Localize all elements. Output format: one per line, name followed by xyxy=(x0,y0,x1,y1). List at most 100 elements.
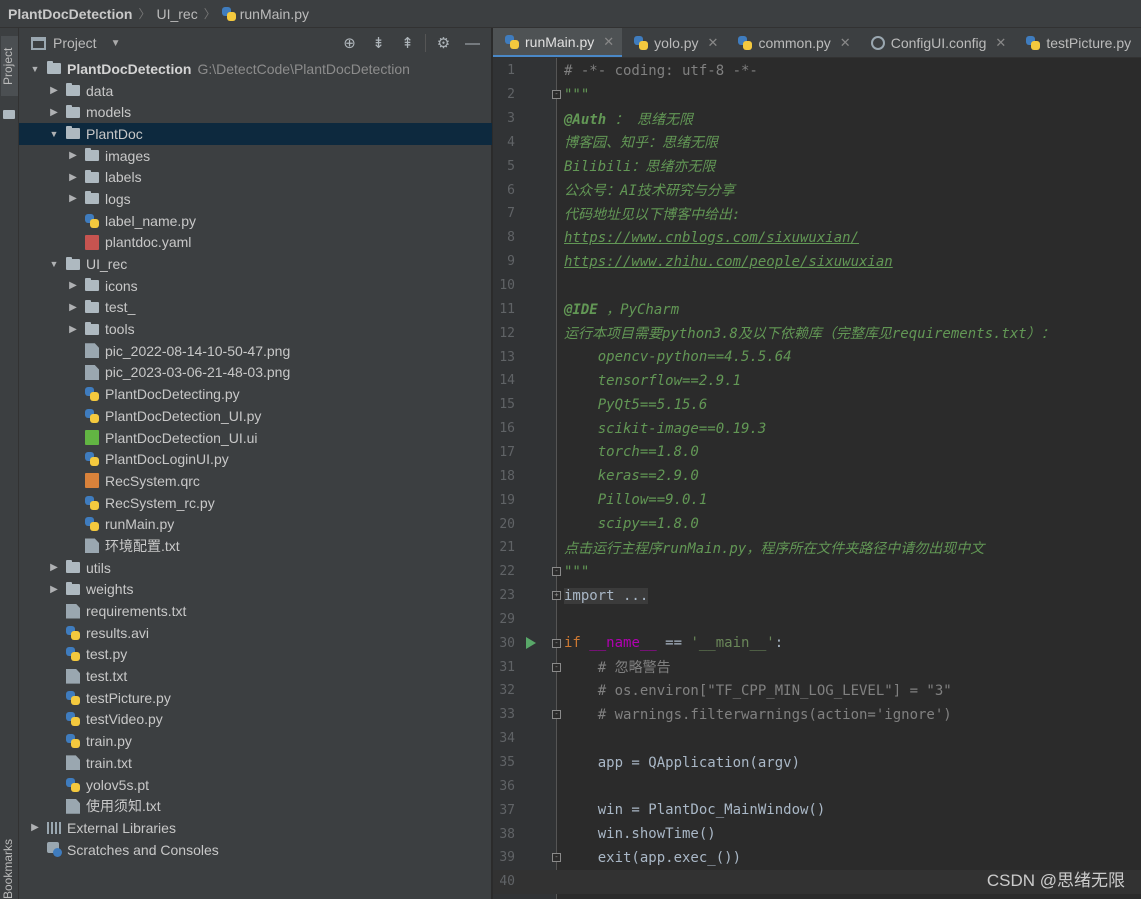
code-text: 运行本项目需要python3.8及以下依赖库（完整库见requirements.… xyxy=(564,323,1055,343)
close-icon[interactable]: ✕ xyxy=(708,35,719,51)
bookmarks-tool-tab[interactable]: Bookmarks xyxy=(1,839,18,899)
chevron-right-icon[interactable]: ▶ xyxy=(48,562,60,573)
minimize-icon[interactable]: — xyxy=(458,33,487,53)
code-token: # -*- coding: utf-8 -*- xyxy=(564,62,758,79)
fold-collapse-icon[interactable]: - xyxy=(552,638,561,648)
fold-collapse-icon[interactable]: - xyxy=(552,853,561,863)
project-view-selector[interactable]: Project xyxy=(53,35,97,51)
tree-item[interactable]: results.avi xyxy=(19,622,492,644)
editor-tab[interactable]: common.py ✕ xyxy=(726,28,858,57)
tree-item[interactable]: label_name.py xyxy=(19,210,492,232)
tree-item[interactable]: ▶ utils xyxy=(19,557,492,579)
code-token: 代码地址见以下博客中给出: xyxy=(564,206,741,223)
tree-item[interactable]: PlantDocLoginUI.py xyxy=(19,448,492,470)
left-tool-strip: Project Bookmarks xyxy=(0,28,19,899)
line-number: 38 xyxy=(499,826,515,842)
chevron-right-icon[interactable]: ▶ xyxy=(48,107,60,118)
tree-item[interactable]: ▼ PlantDocDetection G:\DetectCode\PlantDoc… xyxy=(19,58,492,80)
tree-item[interactable]: yolov5s.pt xyxy=(19,774,492,796)
folder-icon[interactable] xyxy=(3,110,15,119)
editor-tab[interactable]: ConfigUI.config ✕ xyxy=(859,28,1015,57)
breadcrumb-item[interactable]: PlantDocDetection xyxy=(8,6,132,22)
code-editor[interactable]: 1 # -*- coding: utf-8 -*- 2- """ 3 @Auth ： 思绪… xyxy=(493,58,1141,899)
expand-all-icon[interactable]: ⇟ xyxy=(364,33,393,53)
tree-item[interactable]: test.txt xyxy=(19,665,492,687)
chevron-down-icon[interactable]: ▼ xyxy=(48,129,60,139)
editor-tab[interactable]: testPicture.py✕ xyxy=(1014,28,1141,57)
breadcrumb-item[interactable]: UI_rec xyxy=(156,6,197,22)
breadcrumb-separator: 〉 xyxy=(203,7,216,21)
code-token: __name__ xyxy=(589,635,657,652)
tree-item[interactable]: ▶ test_ xyxy=(19,297,492,319)
tree-item[interactable]: PlantDocDetecting.py xyxy=(19,383,492,405)
tree-item[interactable]: ▶ icons xyxy=(19,275,492,297)
tree-item[interactable]: Scratches and Consoles xyxy=(19,839,492,861)
chevron-right-icon[interactable]: ▶ xyxy=(48,85,60,96)
close-icon[interactable]: ✕ xyxy=(603,34,614,50)
tree-item[interactable]: RecSystem.qrc xyxy=(19,470,492,492)
tree-item[interactable]: ▶ data xyxy=(19,80,492,102)
close-icon[interactable]: ✕ xyxy=(840,35,851,51)
tree-item-label: pic_2023-03-06-21-48-03.png xyxy=(105,364,291,381)
tree-item[interactable]: testPicture.py xyxy=(19,687,492,709)
python-file-icon xyxy=(85,213,99,228)
chevron-right-icon[interactable]: ▶ xyxy=(67,280,79,291)
tree-item[interactable]: ▶ images xyxy=(19,145,492,167)
tree-item[interactable]: 使用须知.txt xyxy=(19,795,492,817)
chevron-right-icon[interactable]: ▶ xyxy=(67,324,79,335)
tree-item[interactable]: ▶ tools xyxy=(19,318,492,340)
locate-icon[interactable]: ⊕ xyxy=(335,33,364,53)
fold-collapse-icon[interactable]: - xyxy=(552,710,561,720)
collapse-all-icon[interactable]: ⇞ xyxy=(393,33,422,53)
tree-item[interactable]: testVideo.py xyxy=(19,709,492,731)
tree-item[interactable]: 环境配置.txt xyxy=(19,535,492,557)
line-number: 11 xyxy=(499,301,515,317)
python-file-icon xyxy=(221,6,236,21)
tree-item[interactable]: requirements.txt xyxy=(19,600,492,622)
fold-collapse-icon[interactable]: - xyxy=(552,90,561,100)
tree-item[interactable]: runMain.py xyxy=(19,513,492,535)
chevron-right-icon[interactable]: ▶ xyxy=(67,302,79,313)
code-token: scikit-image==0.19.3 xyxy=(564,420,767,437)
tree-item[interactable]: train.py xyxy=(19,730,492,752)
chevron-right-icon[interactable]: ▶ xyxy=(67,150,79,161)
tree-item[interactable]: ▼ UI_rec xyxy=(19,253,492,275)
close-icon[interactable]: ✕ xyxy=(995,35,1006,51)
tree-item[interactable]: PlantDocDetection_UI.ui xyxy=(19,427,492,449)
project-tool-tab[interactable]: Project xyxy=(1,36,18,96)
chevron-right-icon[interactable]: ▶ xyxy=(67,172,79,183)
tree-item[interactable]: ▶ labels xyxy=(19,166,492,188)
chevron-right-icon[interactable]: ▶ xyxy=(67,193,79,204)
chevron-down-icon[interactable]: ▼ xyxy=(111,38,121,49)
tree-item[interactable]: pic_2022-08-14-10-50-47.png xyxy=(19,340,492,362)
tree-item[interactable]: train.txt xyxy=(19,752,492,774)
tree-item[interactable]: RecSystem_rc.py xyxy=(19,492,492,514)
chevron-down-icon[interactable]: ▼ xyxy=(48,259,60,269)
editor-tab[interactable]: runMain.py ✕ xyxy=(493,28,623,57)
tree-item[interactable]: plantdoc.yaml xyxy=(19,232,492,254)
line-number: 29 xyxy=(499,611,515,627)
tree-item[interactable]: PlantDocDetection_UI.py xyxy=(19,405,492,427)
tree-item[interactable]: pic_2023-03-06-21-48-03.png xyxy=(19,362,492,384)
fold-collapse-icon[interactable]: - xyxy=(552,567,561,577)
editor-tab[interactable]: yolo.py ✕ xyxy=(622,28,726,57)
run-icon[interactable] xyxy=(526,637,536,650)
tree-item[interactable]: ▶ logs xyxy=(19,188,492,210)
code-token: 博客园、知乎：思绪无限 xyxy=(564,135,718,152)
fold-collapse-icon[interactable]: - xyxy=(552,662,561,672)
gear-icon[interactable]: ⚙ xyxy=(429,33,458,53)
tree-item[interactable]: ▼ PlantDoc xyxy=(19,123,492,145)
breadcrumb-item[interactable]: runMain.py xyxy=(221,6,309,22)
tree-item[interactable]: test.py xyxy=(19,644,492,666)
fold-expand-icon[interactable]: + xyxy=(552,591,561,601)
tree-item[interactable]: ▶ weights xyxy=(19,579,492,601)
editor-tab-label: yolo.py xyxy=(654,35,699,51)
tree-item[interactable]: ▶ External Libraries xyxy=(19,817,492,839)
code-text: # warnings.filterwarnings(action='ignore… xyxy=(564,707,952,723)
chevron-right-icon[interactable]: ▶ xyxy=(48,584,60,595)
chevron-right-icon[interactable]: ▶ xyxy=(29,822,41,833)
tree-item[interactable]: ▶ models xyxy=(19,101,492,123)
chevron-down-icon[interactable]: ▼ xyxy=(29,64,41,74)
tree-item-label: plantdoc.yaml xyxy=(105,234,192,251)
code-line: 11 @IDE ，PyCharm xyxy=(493,298,1141,322)
